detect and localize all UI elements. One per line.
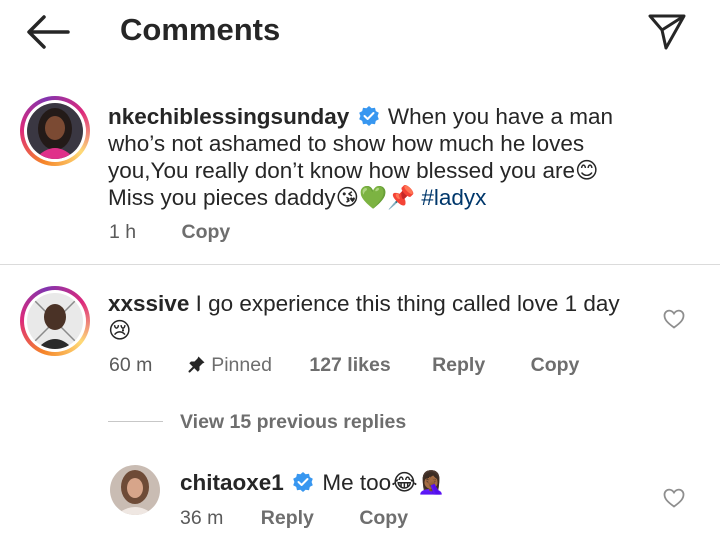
reply-text: Me too😂🤦🏾‍♀️ [322, 470, 446, 495]
likes-count[interactable]: 127 likes [309, 354, 390, 376]
reply-meta: 36 m Reply Copy [180, 506, 408, 530]
view-replies-label[interactable]: View 15 previous replies [180, 411, 406, 433]
reply-body: chitaoxe1 Me too😂🤦🏾‍♀️ [180, 469, 640, 496]
pin-icon [188, 355, 206, 373]
post-meta: 1 h Copy [109, 220, 230, 244]
reply-copy-button[interactable]: Copy [359, 507, 408, 529]
avatar [27, 103, 83, 159]
comment-time: 60 m [109, 354, 153, 376]
post-author-avatar[interactable] [20, 96, 90, 166]
comment-copy-button[interactable]: Copy [531, 354, 580, 376]
commenter-username[interactable]: xxssive [108, 291, 189, 316]
post-caption: nkechiblessingsunday When you have a man… [108, 103, 628, 211]
replies-line [108, 421, 163, 422]
hashtag-link[interactable]: #ladyx [421, 185, 486, 210]
verified-badge-icon [292, 471, 314, 493]
avatar [27, 293, 83, 349]
post-username[interactable]: nkechiblessingsunday [108, 104, 349, 129]
comment-body: xxssive I go experience this thing calle… [108, 290, 648, 344]
commenter-avatar[interactable] [20, 286, 90, 356]
view-previous-replies[interactable]: View 15 previous replies [180, 410, 406, 434]
back-arrow-icon[interactable] [24, 12, 70, 52]
post-copy-button[interactable]: Copy [182, 221, 231, 243]
direct-share-icon[interactable] [646, 10, 688, 52]
pinned-label: Pinned [211, 354, 272, 376]
comment-meta: 60 m Pinned 127 likes Reply Copy [109, 353, 579, 377]
reply-username[interactable]: chitaoxe1 [180, 470, 284, 495]
reply-reply-button[interactable]: Reply [261, 507, 314, 529]
reply-time: 36 m [180, 507, 224, 529]
divider [0, 264, 720, 265]
comment-reply-button[interactable]: Reply [432, 354, 485, 376]
post-time: 1 h [109, 221, 137, 243]
verified-badge-icon [358, 105, 380, 127]
reply-avatar[interactable] [110, 465, 160, 515]
page-title: Comments [120, 12, 281, 47]
reply-like-heart-icon[interactable] [663, 488, 685, 508]
like-heart-icon[interactable] [663, 309, 685, 329]
